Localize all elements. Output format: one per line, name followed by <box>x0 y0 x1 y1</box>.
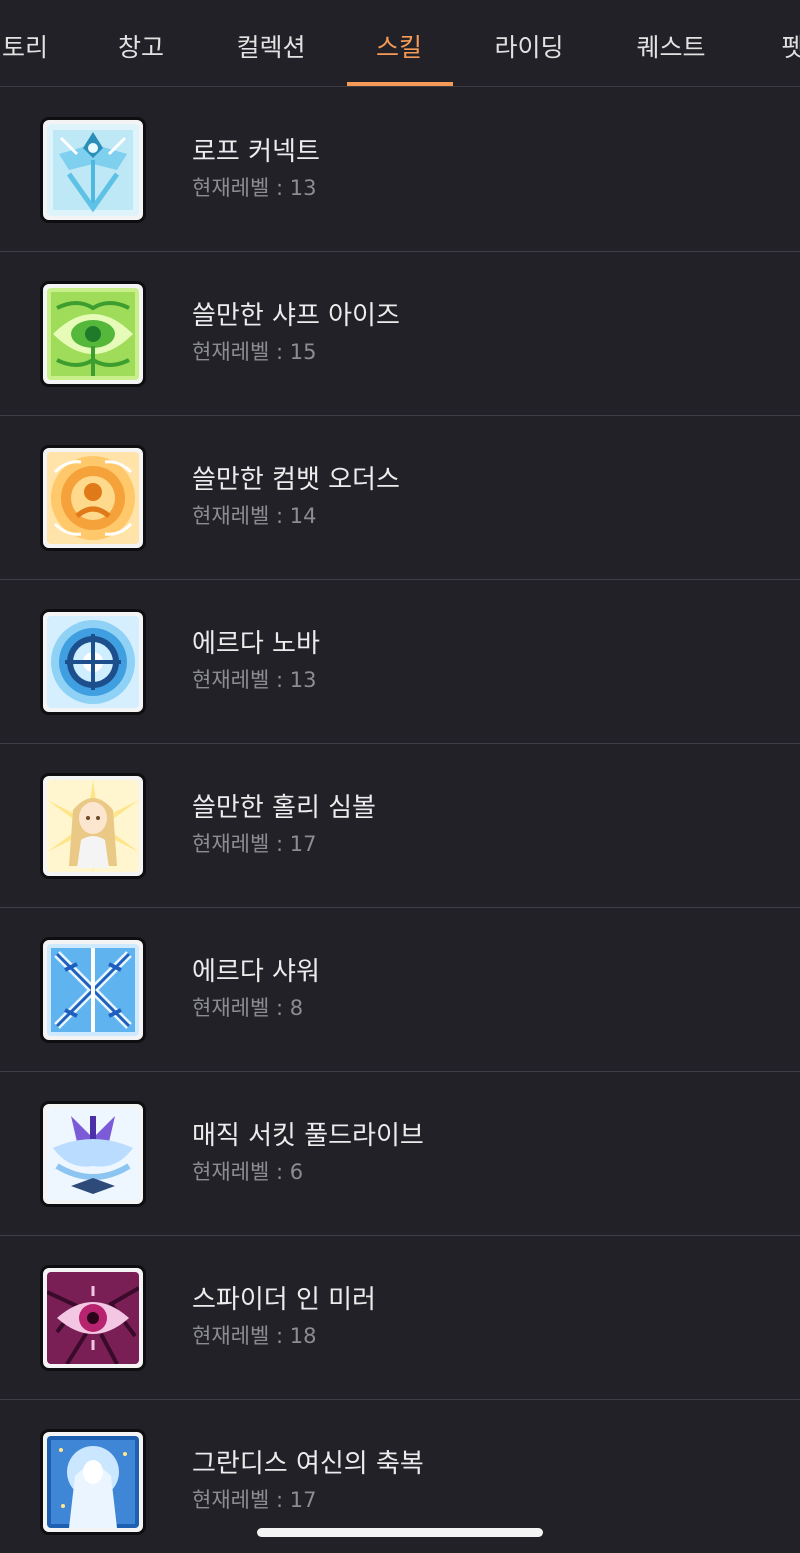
app-screen: 토리 창고 컬렉션 스킬 라이딩 퀘스트 펫 로 <box>0 0 800 1553</box>
skill-level: 현재레벨 : 13 <box>192 668 317 692</box>
tab-collection[interactable]: 컬렉션 <box>231 0 311 86</box>
skill-name: 쓸만한 컴뱃 오더스 <box>192 465 400 495</box>
active-tab-indicator <box>347 82 453 86</box>
skill-row[interactable]: 쓸만한 컴뱃 오더스 현재레벨 : 14 <box>0 416 800 580</box>
skill-level: 현재레벨 : 17 <box>192 1488 317 1512</box>
skill-row[interactable]: 매직 서킷 풀드라이브 현재레벨 : 6 <box>0 1072 800 1236</box>
skill-level: 현재레벨 : 17 <box>192 832 317 856</box>
magic-circuit-icon <box>40 1101 146 1207</box>
skill-level: 현재레벨 : 6 <box>192 1160 304 1184</box>
skill-row[interactable]: 로프 커넥트 현재레벨 : 13 <box>0 88 800 252</box>
home-indicator[interactable] <box>257 1528 543 1537</box>
skill-name: 쓸만한 홀리 심볼 <box>192 793 376 823</box>
tab-story[interactable]: 토리 <box>0 0 52 86</box>
combat-orders-icon <box>40 445 146 551</box>
tab-bar: 토리 창고 컬렉션 스킬 라이딩 퀘스트 펫 <box>0 0 800 87</box>
skill-row[interactable]: 스파이더 인 미러 현재레벨 : 18 <box>0 1236 800 1400</box>
rope-connect-icon <box>40 117 146 223</box>
tab-storage[interactable]: 창고 <box>114 0 168 86</box>
tab-quest[interactable]: 퀘스트 <box>631 0 711 86</box>
skill-row[interactable]: 쓸만한 홀리 심볼 현재레벨 : 17 <box>0 744 800 908</box>
skill-list: 로프 커넥트 현재레벨 : 13 쓸만한 샤프 아이즈 현재레벨 : 15 쓸만… <box>0 88 800 1553</box>
skill-level: 현재레벨 : 18 <box>192 1324 317 1348</box>
skill-name: 매직 서킷 풀드라이브 <box>192 1121 424 1151</box>
skill-row[interactable]: 에르다 샤워 현재레벨 : 8 <box>0 908 800 1072</box>
skill-name: 에르다 노바 <box>192 629 320 659</box>
skill-row[interactable]: 쓸만한 샤프 아이즈 현재레벨 : 15 <box>0 252 800 416</box>
holy-symbol-icon <box>40 773 146 879</box>
skill-level: 현재레벨 : 14 <box>192 504 317 528</box>
erda-shower-icon <box>40 937 146 1043</box>
skill-name: 로프 커넥트 <box>192 137 320 167</box>
skill-name: 쓸만한 샤프 아이즈 <box>192 301 400 331</box>
grandis-blessing-icon <box>40 1429 146 1535</box>
skill-name: 에르다 샤워 <box>192 957 320 987</box>
skill-row[interactable]: 에르다 노바 현재레벨 : 13 <box>0 580 800 744</box>
tab-skill[interactable]: 스킬 <box>372 0 426 86</box>
skill-level: 현재레벨 : 8 <box>192 996 304 1020</box>
erda-nova-icon <box>40 609 146 715</box>
skill-level: 현재레벨 : 15 <box>192 340 317 364</box>
sharp-eyes-icon <box>40 281 146 387</box>
spider-in-mirror-icon <box>40 1265 146 1371</box>
tab-riding[interactable]: 라이딩 <box>489 0 569 86</box>
skill-name: 그란디스 여신의 축복 <box>192 1449 424 1479</box>
skill-level: 현재레벨 : 13 <box>192 176 317 200</box>
skill-name: 스파이더 인 미러 <box>192 1285 376 1315</box>
tab-pet[interactable]: 펫 <box>773 0 800 86</box>
